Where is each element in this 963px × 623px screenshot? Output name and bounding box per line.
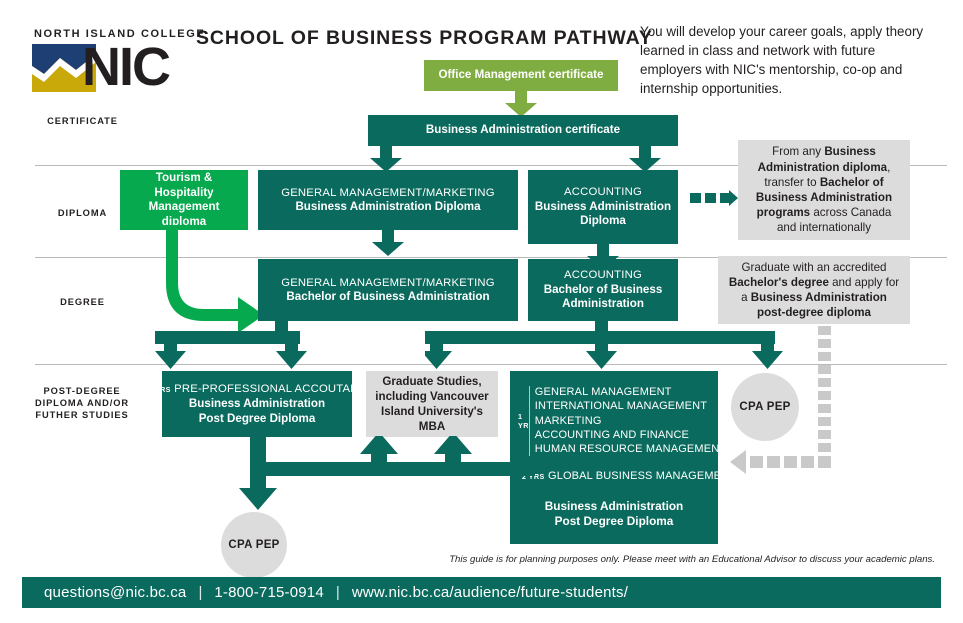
pdd-two-year-group: 2 YRS GLOBAL BUSINESS MANAGEMENT xyxy=(522,469,736,483)
node-gm-marketing-degree[interactable]: GENERAL MANAGEMENT/MARKETING Bachelor of… xyxy=(258,259,518,321)
node-graduate-studies-line2: including Vancouver xyxy=(375,389,489,403)
node-gm-marketing-diploma[interactable]: GENERAL MANAGEMENT/MARKETING Business Ad… xyxy=(258,170,518,230)
row-label-post-degree-line1: POST-DEGREE xyxy=(43,386,121,396)
intro-paragraph: You will develop your career goals, appl… xyxy=(640,24,924,96)
callout-transfer-part-0: From any xyxy=(772,145,825,159)
node-accounting-degree[interactable]: ACCOUNTING Bachelor of Business Administ… xyxy=(528,259,678,321)
callout-transfer-text: From any Business Administration diploma… xyxy=(746,144,902,235)
node-business-administration-certificate[interactable]: Business Administration certificate xyxy=(368,115,678,146)
node-ppa-title-line2: Post Degree Diploma xyxy=(198,411,316,425)
node-tourism-hospitality-diploma-line1: Tourism & Hospitality xyxy=(154,171,214,199)
pdd-one-year-group: 1 YR GENERAL MANAGEMENT INTERNATIONAL MA… xyxy=(518,385,726,456)
row-label-post-degree-line3: FUTHER STUDIES xyxy=(35,410,129,420)
program-pathway-infographic: NORTH ISLAND COLLEGE NIC SCHOOL OF BUSIN… xyxy=(0,0,963,623)
nic-acronym: NIC xyxy=(82,37,171,97)
footer-contact-bar: questions@nic.bc.ca | 1-800-715-0914 | w… xyxy=(22,577,941,608)
page-title: SCHOOL OF BUSINESS PROGRAM PATHWAY xyxy=(196,27,653,49)
pdd-global-management: GLOBAL BUSINESS MANAGEMENT xyxy=(548,470,737,482)
node-gm-marketing-diploma-title: Business Administration Diploma xyxy=(295,200,481,213)
pdd-specialization-1: INTERNATIONAL MANAGEMENT xyxy=(534,400,708,413)
pdd-specialization-0: GENERAL MANAGEMENT xyxy=(534,386,672,398)
node-pre-professional-accountant-pdd[interactable]: 2 YRS PRE-PROFESSIONAL ACCOUTANT Busines… xyxy=(148,371,366,437)
row-label-degree: DEGREE xyxy=(60,297,105,307)
row-label-post-degree-line2: DIPLOMA AND/OR xyxy=(34,398,130,408)
node-accounting-diploma-title-line1: Business Administration xyxy=(534,199,672,213)
pdd-title-line2: Post Degree Diploma xyxy=(554,514,674,528)
node-gm-marketing-diploma-stream: GENERAL MANAGEMENT/MARKETING xyxy=(281,186,495,199)
arrow-bus-admin-cert-to-acct-diploma xyxy=(629,146,661,172)
footer-separator-1: | xyxy=(198,584,203,601)
node-graduate-studies-line3: Island University's xyxy=(381,405,483,418)
node-ppa-title-line1: Business Administration xyxy=(188,397,326,411)
node-office-management-certificate[interactable]: Office Management certificate xyxy=(424,60,618,91)
planning-disclaimer: This guide is for planning purposes only… xyxy=(449,554,935,565)
node-accounting-degree-title-line1: Bachelor of Business xyxy=(543,282,663,296)
pdd-title-line1: Business Administration xyxy=(544,499,684,513)
footer-email[interactable]: questions@nic.bc.ca xyxy=(44,584,186,601)
node-gm-marketing-degree-stream: GENERAL MANAGEMENT/MARKETING xyxy=(281,276,495,289)
node-accounting-degree-title-line2: Administration xyxy=(562,297,644,311)
pdd-one-year-label: 1 YR xyxy=(518,411,529,430)
callout-graduate-part-3: Business Administration post-degree dipl… xyxy=(750,291,887,320)
arrow-office-mgmt-to-bus-admin-cert xyxy=(505,91,537,117)
node-accounting-diploma-stream: ACCOUNTING xyxy=(564,186,642,199)
callout-graduate-part-1: Bachelor's degree xyxy=(728,275,829,289)
node-cpa-pep-left-label: CPA PEP xyxy=(228,539,280,551)
arrow-bus-admin-cert-to-gm-diploma xyxy=(370,146,402,172)
node-ppa-stream-row: 2 YRS PRE-PROFESSIONAL ACCOUTANT xyxy=(148,382,366,398)
pdd-specialization-4: HUMAN RESOURCE MANAGEMENT xyxy=(534,443,727,456)
node-accounting-degree-stream: ACCOUNTING xyxy=(564,269,642,282)
node-ppa-years: 2 YRS xyxy=(148,384,171,394)
callout-graduate-part-0: Graduate with an accredited xyxy=(741,260,887,274)
pdd-specialization-2: MARKETING xyxy=(534,414,602,427)
callout-graduate-text: Graduate with an accredited Bachelor's d… xyxy=(726,260,902,321)
footer-website[interactable]: www.nic.bc.ca/audience/future-students/ xyxy=(352,584,628,601)
node-graduate-studies[interactable]: Graduate Studies, including Vancouver Is… xyxy=(366,371,498,437)
node-cpa-pep-left[interactable]: CPA PEP xyxy=(221,512,287,578)
nic-logo: NORTH ISLAND COLLEGE NIC xyxy=(30,28,204,98)
node-business-administration-certificate-label: Business Administration certificate xyxy=(425,123,621,137)
node-accounting-diploma-title-line2: Diploma xyxy=(580,214,626,228)
row-label-post-degree: POST-DEGREE DIPLOMA AND/OR FUTHER STUDIE… xyxy=(22,385,142,421)
pdd-specialization-3: ACCOUNTING AND FINANCE xyxy=(534,428,690,441)
node-office-management-certificate-label: Office Management certificate xyxy=(438,68,604,82)
pdd-specialization-list: GENERAL MANAGEMENT INTERNATIONAL MANAGEM… xyxy=(535,385,726,456)
node-graduate-studies-line4: MBA xyxy=(418,420,446,434)
node-gm-marketing-degree-title: Bachelor of Business Administration xyxy=(286,290,490,303)
footer-separator-2: | xyxy=(335,584,340,601)
arrows-acct-degree-branches xyxy=(425,321,783,369)
callout-transfer-to-other-institutions: From any Business Administration diploma… xyxy=(738,140,910,240)
callout-graduate-apply-postdegree: Graduate with an accredited Bachelor's d… xyxy=(718,256,910,324)
footer-phone[interactable]: 1-800-715-0914 xyxy=(214,584,324,601)
arrow-diploma-to-transfer-callout xyxy=(690,190,738,206)
node-accounting-diploma[interactable]: ACCOUNTING Business Administration Diplo… xyxy=(528,170,678,244)
row-label-certificate: CERTIFICATE xyxy=(47,116,118,126)
node-cpa-pep-right-label: CPA PEP xyxy=(739,401,791,413)
arrows-gm-degree-branches xyxy=(155,321,307,369)
node-post-degree-diploma[interactable]: 1 YR GENERAL MANAGEMENT INTERNATIONAL MA… xyxy=(510,371,736,544)
connector-bus-to-pdd xyxy=(498,462,514,476)
node-tourism-hospitality-diploma[interactable]: Tourism & Hospitality Management diploma xyxy=(120,170,248,230)
arrow-gm-diploma-to-gm-degree xyxy=(372,230,404,256)
node-cpa-pep-right[interactable]: CPA PEP xyxy=(731,373,799,441)
node-ppa-stream: PRE-PROFESSIONAL ACCOUTANT xyxy=(174,382,366,395)
pdd-title: Business Administration Post Degree Dipl… xyxy=(510,499,718,529)
node-graduate-studies-line1: Graduate Studies, xyxy=(382,374,482,388)
